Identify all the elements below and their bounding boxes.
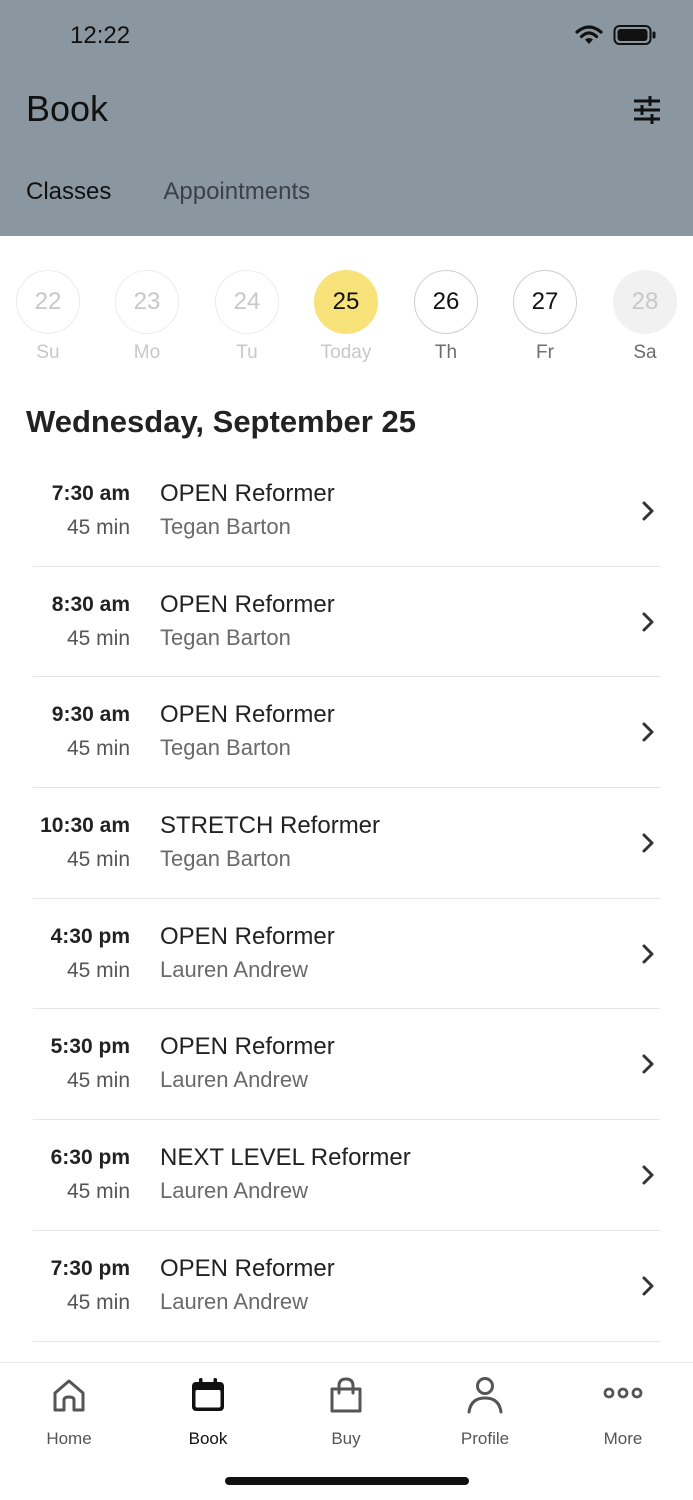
chevron-right-icon bbox=[642, 1276, 654, 1296]
tab-book[interactable]: Book bbox=[139, 1375, 277, 1449]
class-name: STRETCH Reformer bbox=[160, 812, 381, 840]
class-instructor: Lauren Andrew bbox=[160, 1178, 308, 1204]
class-row[interactable]: 4:30 pm 45 min OPEN Reformer Lauren Andr… bbox=[33, 899, 660, 1010]
tab-classes[interactable]: Classes bbox=[26, 178, 111, 206]
day-number: 24 bbox=[215, 270, 279, 334]
class-time: 9:30 am bbox=[51, 703, 130, 727]
day-24[interactable]: 24 Tu bbox=[213, 270, 281, 364]
class-duration: 45 min bbox=[66, 848, 130, 872]
wifi-icon bbox=[575, 25, 603, 44]
home-icon bbox=[53, 1379, 85, 1412]
day-number: 28 bbox=[613, 270, 677, 334]
day-picker: 22 Su 23 Mo 24 Tu 25 Today 26 Th 27 Fr 2… bbox=[0, 270, 693, 370]
class-time: 6:30 pm bbox=[50, 1146, 130, 1170]
tab-label: Buy bbox=[331, 1429, 361, 1448]
tab-appointments[interactable]: Appointments bbox=[163, 178, 310, 206]
class-name: OPEN Reformer bbox=[160, 590, 335, 618]
class-name: OPEN Reformer bbox=[160, 701, 335, 729]
class-instructor: Tegan Barton bbox=[160, 846, 291, 872]
tab-label: Profile bbox=[460, 1429, 510, 1448]
class-time: 8:30 am bbox=[51, 592, 130, 616]
tab-more[interactable]: More bbox=[554, 1375, 692, 1449]
class-instructor: Tegan Barton bbox=[160, 514, 291, 539]
day-label: Sa bbox=[633, 342, 657, 363]
class-duration: 45 min bbox=[66, 737, 130, 761]
tab-home[interactable]: Home bbox=[0, 1375, 138, 1449]
class-list: 7:30 am 45 min OPEN Reformer Tegan Barto… bbox=[33, 456, 660, 1342]
chevron-right-icon bbox=[642, 501, 654, 521]
day-number: 23 bbox=[115, 270, 179, 334]
day-25-today[interactable]: 25 Today bbox=[312, 270, 380, 364]
tab-buy[interactable]: Buy bbox=[277, 1375, 415, 1449]
status-icons bbox=[575, 24, 657, 46]
class-name: OPEN Reformer bbox=[160, 1254, 335, 1282]
class-name: OPEN Reformer bbox=[160, 1033, 335, 1061]
class-row[interactable]: 6:30 pm 45 min NEXT LEVEL Reformer Laure… bbox=[33, 1120, 660, 1231]
day-label: Fr bbox=[536, 342, 554, 363]
filter-icon[interactable] bbox=[631, 94, 663, 126]
chevron-right-icon bbox=[642, 1054, 654, 1074]
class-row[interactable]: 8:30 am 45 min OPEN Reformer Tegan Barto… bbox=[33, 567, 660, 678]
header: 12:22 Book Classes Appointments bbox=[0, 0, 693, 236]
calendar-icon bbox=[192, 1378, 224, 1411]
status-time: 12:22 bbox=[70, 22, 131, 49]
class-duration: 45 min bbox=[66, 1069, 130, 1093]
class-duration: 45 min bbox=[66, 626, 130, 650]
day-label: Th bbox=[434, 342, 458, 363]
day-number: 26 bbox=[414, 270, 478, 334]
class-time: 5:30 pm bbox=[50, 1035, 130, 1059]
class-duration: 45 min bbox=[66, 958, 130, 982]
day-28[interactable]: 28 Sa bbox=[611, 270, 679, 364]
day-22[interactable]: 22 Su bbox=[14, 270, 82, 364]
class-row[interactable]: 7:30 pm 45 min OPEN Reformer Lauren Andr… bbox=[33, 1231, 660, 1342]
person-icon bbox=[467, 1377, 503, 1414]
date-heading: Wednesday, September 25 bbox=[26, 404, 416, 439]
day-label: Mo bbox=[133, 342, 161, 363]
class-time: 4:30 pm bbox=[50, 924, 130, 948]
day-label: Tu bbox=[236, 342, 258, 363]
class-row[interactable]: 10:30 am 45 min STRETCH Reformer Tegan B… bbox=[33, 788, 660, 899]
page-title: Book bbox=[26, 88, 109, 129]
tab-label: Home bbox=[46, 1429, 92, 1448]
chevron-right-icon bbox=[642, 1165, 654, 1185]
tab-bar-top: Classes Appointments bbox=[26, 178, 310, 206]
class-time: 10:30 am bbox=[40, 814, 130, 838]
day-number: 27 bbox=[513, 270, 577, 334]
day-label: Today bbox=[320, 342, 372, 363]
class-duration: 45 min bbox=[66, 516, 130, 539]
chevron-right-icon bbox=[642, 722, 654, 742]
class-row[interactable]: 5:30 pm 45 min OPEN Reformer Lauren Andr… bbox=[33, 1009, 660, 1121]
class-row[interactable]: 9:30 am 45 min OPEN Reformer Tegan Barto… bbox=[33, 677, 660, 789]
more-dots-icon bbox=[603, 1387, 643, 1399]
tab-profile[interactable]: Profile bbox=[416, 1375, 554, 1449]
class-instructor: Tegan Barton bbox=[160, 624, 291, 650]
day-label: Su bbox=[36, 342, 60, 363]
tab-label: More bbox=[603, 1429, 643, 1448]
chevron-right-icon bbox=[642, 833, 654, 853]
class-name: NEXT LEVEL Reformer bbox=[160, 1144, 411, 1172]
class-time: 7:30 pm bbox=[50, 1256, 130, 1280]
day-27[interactable]: 27 Fr bbox=[511, 270, 579, 364]
day-26[interactable]: 26 Th bbox=[412, 270, 480, 364]
class-instructor: Lauren Andrew bbox=[160, 956, 308, 982]
day-23[interactable]: 23 Mo bbox=[113, 270, 181, 364]
day-number: 22 bbox=[16, 270, 80, 334]
class-instructor: Tegan Barton bbox=[160, 735, 291, 761]
tab-label: Book bbox=[188, 1429, 228, 1448]
class-name: OPEN Reformer bbox=[160, 480, 335, 507]
class-name: OPEN Reformer bbox=[160, 922, 335, 950]
shopping-bag-icon bbox=[330, 1377, 362, 1413]
class-row[interactable]: 7:30 am 45 min OPEN Reformer Tegan Barto… bbox=[33, 456, 660, 567]
class-duration: 45 min bbox=[66, 1290, 130, 1314]
class-instructor: Lauren Andrew bbox=[160, 1067, 308, 1093]
chevron-right-icon bbox=[642, 944, 654, 964]
class-instructor: Lauren Andrew bbox=[160, 1288, 308, 1314]
day-number: 25 bbox=[314, 270, 378, 334]
home-indicator bbox=[225, 1477, 469, 1485]
class-duration: 45 min bbox=[66, 1180, 130, 1204]
battery-icon bbox=[613, 25, 656, 45]
chevron-right-icon bbox=[642, 612, 654, 632]
class-time: 7:30 am bbox=[51, 482, 130, 505]
